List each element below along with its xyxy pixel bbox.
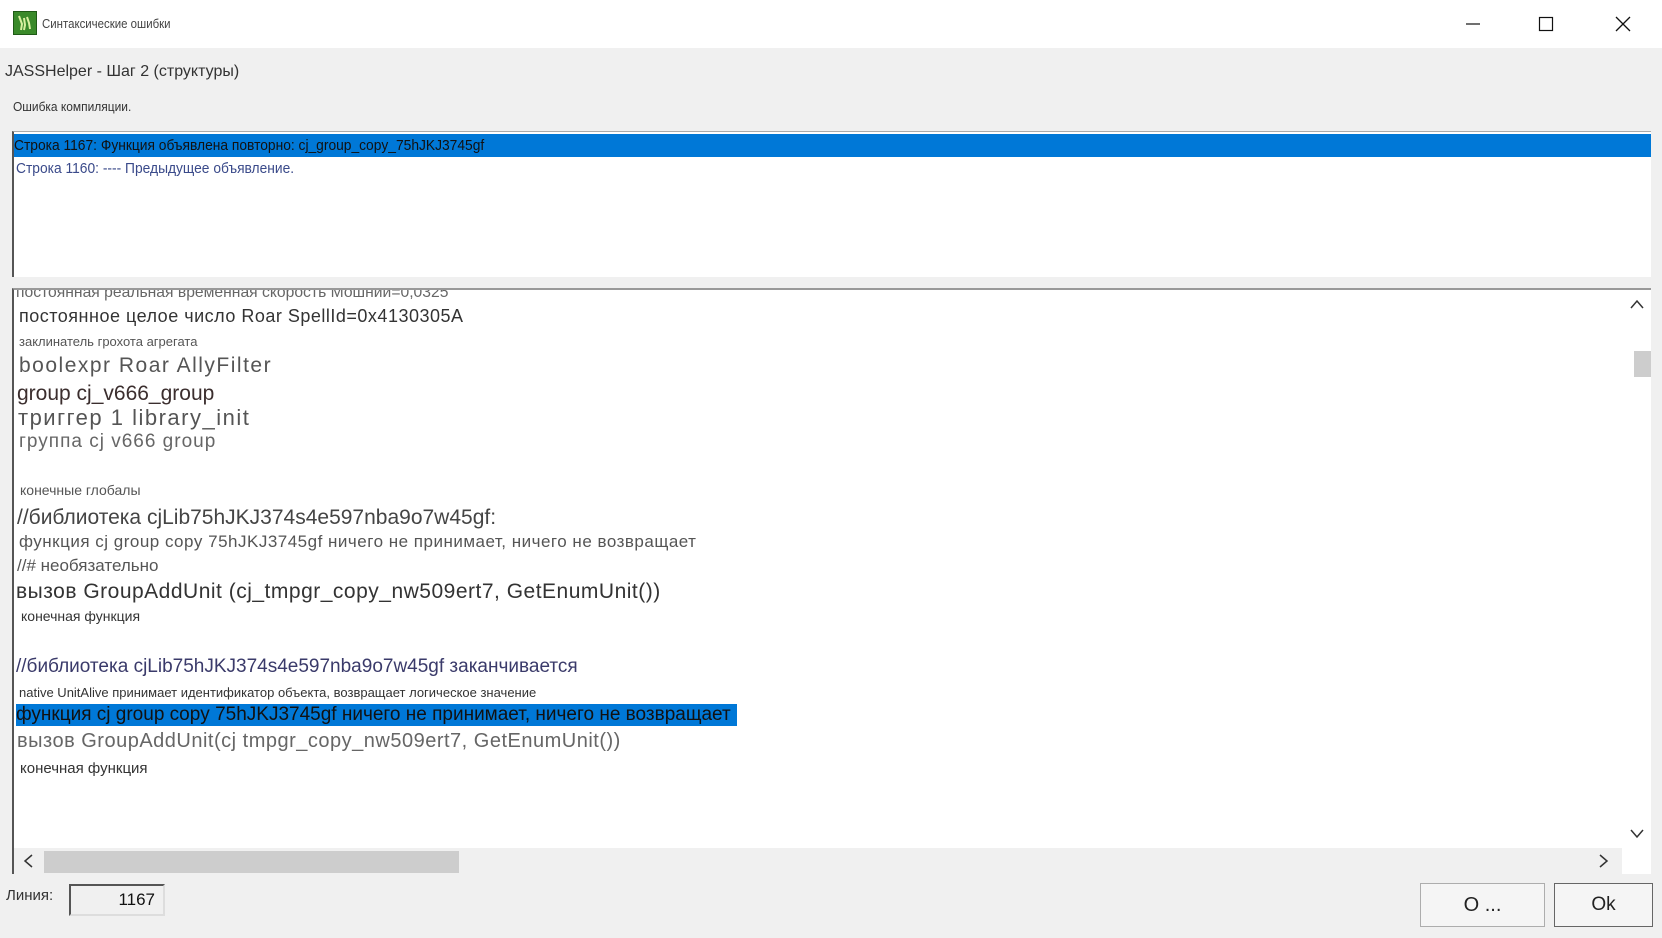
code-line: заклинатель грохота агрегата	[19, 334, 198, 349]
scroll-up-button[interactable]	[1622, 290, 1651, 318]
code-line: вызов GroupAddUnit(cj tmpgr_copy_nw509er…	[17, 730, 621, 752]
code-line: группа cj v666 group	[19, 431, 217, 452]
code-line: постоянная реальная временная скорость М…	[16, 288, 449, 301]
scroll-down-button[interactable]	[1622, 820, 1651, 848]
line-number-field[interactable]: 1167	[69, 884, 165, 916]
scroll-left-button[interactable]	[14, 848, 42, 874]
code-line: group cj_v666_group	[17, 382, 215, 405]
code-line: //библиотека cjLib75hJKJ374s4e597nba9o7w…	[16, 656, 578, 677]
minimize-icon	[1466, 23, 1480, 25]
chevron-left-icon	[23, 854, 33, 868]
code-line: конечная функция	[20, 760, 148, 777]
code-view[interactable]: постоянная реальная временная скорость М…	[12, 288, 1651, 874]
code-line: вызов GroupAddUnit (cj_tmpgr_copy_nw509e…	[16, 580, 661, 603]
title-bar: Синтаксические ошибки	[0, 0, 1662, 48]
code-line: native UnitAlive принимает идентификатор…	[19, 685, 537, 700]
chevron-up-icon	[1629, 299, 1644, 309]
step-label: JASSHelper - Шаг 2 (структуры)	[5, 63, 240, 80]
error-list[interactable]: Строка 1167: Функция объявлена повторно:…	[12, 131, 1651, 277]
close-button[interactable]	[1587, 0, 1659, 48]
close-icon	[1615, 16, 1631, 32]
vertical-scrollbar[interactable]	[1622, 290, 1651, 848]
status-label: Ошибка компиляции.	[13, 99, 132, 114]
maximize-icon	[1538, 16, 1554, 32]
code-line: конечная функция	[21, 608, 141, 624]
code-line: функция cj group copy 75hJKJ3745gf ничег…	[19, 532, 697, 551]
code-line: boolexpr Roar AllyFilter	[19, 354, 273, 377]
app-icon	[13, 11, 37, 35]
window-title: Синтаксические ошибки	[42, 16, 171, 31]
horizontal-scrollbar[interactable]	[14, 848, 1622, 874]
code-line: триггер 1 library_init	[18, 405, 251, 430]
chevron-right-icon	[1599, 854, 1609, 868]
minimize-button[interactable]	[1437, 0, 1509, 48]
code-line-selected: функция cj group copy 75hJKJ3745gf ничег…	[16, 704, 737, 726]
scroll-right-button[interactable]	[1590, 848, 1618, 874]
about-button[interactable]: О ...	[1420, 883, 1545, 927]
horizontal-scroll-thumb[interactable]	[44, 851, 459, 873]
line-label: Линия:	[6, 887, 54, 904]
code-line: //библиотека cjLib75hJKJ374s4e597nba9o7w…	[17, 506, 497, 529]
code-line: //# необязательно	[17, 556, 159, 575]
ok-button[interactable]: Ok	[1554, 883, 1653, 927]
chevron-down-icon	[1629, 829, 1644, 839]
maximize-button[interactable]	[1510, 0, 1582, 48]
vertical-scroll-thumb[interactable]	[1634, 351, 1651, 377]
code-line: конечные глобалы	[20, 482, 141, 498]
error-item-selected[interactable]: Строка 1167: Функция объявлена повторно:…	[14, 134, 1651, 157]
error-item[interactable]: Строка 1160: ---- Предыдущее объявление.	[14, 157, 318, 180]
code-line: постоянное целое число Roar SpellId=0x41…	[19, 306, 464, 326]
